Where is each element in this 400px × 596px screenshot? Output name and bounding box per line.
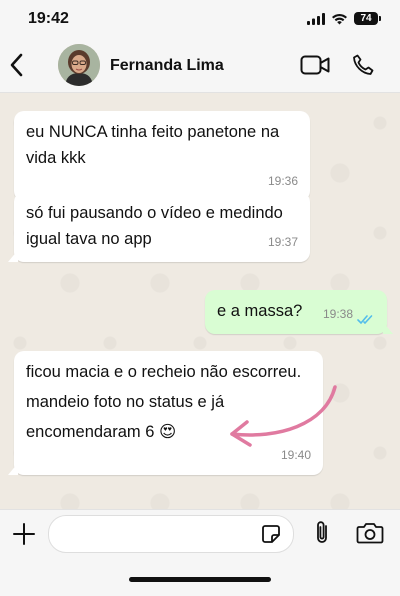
- input-bar: [0, 509, 400, 596]
- message-incoming[interactable]: só fui pausando o vídeo e medindo igual …: [8, 192, 310, 262]
- message-time: 19:38: [322, 307, 353, 321]
- plus-icon[interactable]: [12, 522, 36, 546]
- voice-call-icon[interactable]: [351, 53, 375, 77]
- message-text: só fui pausando o vídeo e medindo igual …: [26, 204, 283, 248]
- wifi-icon: [332, 13, 347, 24]
- battery-icon: 74: [354, 12, 381, 25]
- message-outgoing[interactable]: e a massa? 19:38: [205, 290, 393, 334]
- battery-level: 74: [360, 13, 372, 24]
- video-call-icon[interactable]: [300, 54, 330, 76]
- sticker-icon[interactable]: [261, 524, 281, 544]
- message-time: 19:37: [267, 235, 298, 249]
- message-input[interactable]: [63, 516, 267, 552]
- camera-icon[interactable]: [356, 522, 384, 544]
- chat-area: eu NUNCA tinha feito panetone na vida kk…: [0, 93, 400, 509]
- chat-header: Fernanda Lima: [0, 40, 400, 93]
- contact-name[interactable]: Fernanda Lima: [110, 57, 224, 75]
- message-text: eu NUNCA tinha feito panetone na vida kk…: [26, 123, 280, 167]
- avatar[interactable]: [58, 44, 100, 86]
- signal-icon: [307, 12, 325, 25]
- avatar-image: [58, 44, 100, 86]
- message-time: 19:36: [267, 174, 298, 188]
- read-receipt-icon: [357, 315, 373, 325]
- message-incoming[interactable]: ficou macia e o recheio não escorreu. ma…: [8, 351, 323, 475]
- status-icons: 74: [307, 12, 381, 25]
- heart-eyes-emoji: 😍: [159, 423, 177, 441]
- message-time: 19:40: [280, 448, 311, 462]
- message-input-field[interactable]: [48, 515, 294, 553]
- back-icon[interactable]: [6, 52, 30, 78]
- attach-icon[interactable]: [312, 520, 332, 546]
- status-time: 19:42: [28, 10, 69, 27]
- status-bar: 19:42 74: [0, 0, 400, 40]
- message-text: ficou macia e o recheio não escorreu. ma…: [14, 351, 323, 447]
- message-incoming[interactable]: eu NUNCA tinha feito panetone na vida kk…: [14, 111, 310, 201]
- home-indicator: [129, 577, 271, 582]
